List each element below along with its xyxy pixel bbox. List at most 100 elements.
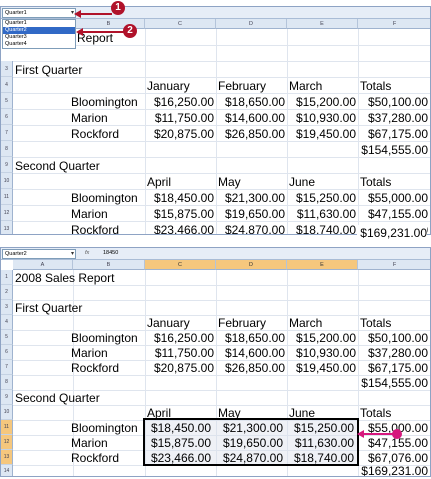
month-header: March [289,316,323,330]
function-icon[interactable]: fx [85,250,89,256]
row-header-9[interactable]: 9 [1,157,13,173]
arrow-line [80,13,112,15]
row-header-6[interactable]: 6 [1,345,13,360]
name-box[interactable]: Quarter1 ▾ [2,8,76,18]
month-header: April [147,175,172,189]
row-header-12[interactable]: 12 [1,435,13,450]
name-box-dropdown: Quarter1 Quarter2 Quarter3 Quarter4 [2,19,76,49]
row-header-11[interactable]: 11 [1,420,13,435]
total-cell: $55,000.00 [367,191,428,205]
city-label: Marion [71,346,108,360]
row-header-5[interactable]: 5 [1,330,13,345]
value-cell: $18,450.00 [153,191,214,205]
month-header: February [218,316,267,330]
column-header-f[interactable]: F [358,260,430,270]
row-header-3[interactable]: 3 [1,300,13,315]
total-cell: $37,280.00 [367,346,428,360]
row-header-12[interactable]: 12 [1,205,13,221]
step-1-callout: 1 [111,1,125,15]
value-cell: $19,450.00 [295,127,356,141]
month-header: February [218,79,267,93]
value-cell: $15,875.00 [150,436,211,450]
value-cell: $14,600.00 [224,346,285,360]
value-cell: $24,870.00 [224,223,285,235]
row-header-7[interactable]: 7 [1,360,13,375]
column-header-b[interactable]: B [73,260,145,270]
row-header-11[interactable]: 11 [1,189,13,205]
month-header: January [147,316,190,330]
name-box[interactable]: Quarter2 ▾ [2,249,76,259]
row-header-7[interactable]: 7 [1,125,13,141]
month-header: June [289,406,316,420]
city-label: Marion [71,111,108,125]
grand-total-cell: $169,231.00 [361,464,428,477]
column-header-d[interactable]: D [216,260,287,270]
pointer-dot-icon [392,429,402,439]
grand-total-cell: $154,555.00 [361,376,428,390]
city-label: Marion [71,436,108,450]
city-label: Marion [71,207,108,221]
dropdown-item-quarter4[interactable]: Quarter4 [3,41,75,48]
value-cell: $19,650.00 [224,207,285,221]
formula-input[interactable]: 18450 [103,250,118,256]
row-header-1[interactable]: 1 [1,270,13,285]
column-header-c[interactable]: C [145,260,216,270]
value-cell: $23,466.00 [150,451,211,465]
month-header: June [289,175,316,189]
value-cell: $24,870.00 [222,451,283,465]
column-header-a[interactable]: A [13,260,73,270]
name-box-value: Quarter1 [5,10,27,16]
row-header-4[interactable]: 4 [1,77,13,93]
month-header: March [289,79,323,93]
column-header-e[interactable]: E [287,260,358,270]
value-cell: $21,300.00 [222,421,283,435]
month-header: January [147,79,190,93]
q2-heading: Second Quarter [15,391,100,405]
q2-heading: Second Quarter [15,159,100,173]
column-header-e[interactable]: E [287,19,358,29]
column-header-c[interactable]: C [145,19,216,29]
value-cell: $16,250.00 [153,331,214,345]
row-header-13[interactable]: 13 [1,221,13,234]
row-header-14[interactable]: 14 [1,465,13,476]
row-header-10[interactable]: 10 [1,173,13,189]
value-cell: $19,650.00 [222,436,283,450]
value-cell: $18,740.00 [295,223,356,235]
column-header-f[interactable]: F [358,19,430,29]
dropdown-item-quarter3[interactable]: Quarter3 [3,34,75,41]
grand-total-cell: $154,555.00 [361,143,428,157]
column-header-d[interactable]: D [216,19,287,29]
totals-header: Totals [360,316,392,330]
total-cell: $47,155.00 [367,207,428,221]
row-header-10[interactable]: 10 [1,405,13,420]
top-spreadsheet-panel: Quarter1 ▾ B C D E F 3 4 5 6 7 8 9 10 11… [0,6,431,235]
total-cell: $37,280.00 [367,111,428,125]
city-label: Rockford [71,223,120,235]
row-header-9[interactable]: 9 [1,390,13,405]
total-cell: $67,175.00 [367,127,428,141]
month-header: April [147,406,172,420]
value-cell: $26,850.00 [224,127,285,141]
name-box-value: Quarter2 [5,251,27,257]
total-cell: $50,100.00 [367,331,428,345]
row-header-4[interactable]: 4 [1,315,13,330]
row-header-6[interactable]: 6 [1,109,13,125]
value-cell: $19,450.00 [295,361,356,375]
value-cell: $10,930.00 [295,111,356,125]
dropdown-item-quarter2[interactable]: Quarter2 [3,27,75,34]
row-header-3[interactable]: 3 [1,61,13,77]
row-header-13[interactable]: 13 [1,450,13,465]
q1-heading: First Quarter [15,301,83,315]
chevron-down-icon[interactable]: ▾ [71,250,74,258]
bottom-spreadsheet-panel: Quarter2 ▾ fx 18450 A B C D E F 1 2 3 4 … [0,247,431,477]
value-cell: $11,630.00 [296,207,356,221]
value-cell: $15,250.00 [295,191,356,205]
value-cell: $15,250.00 [293,421,354,435]
row-header-2[interactable]: 2 [1,285,13,300]
row-header-5[interactable]: 5 [1,93,13,109]
value-cell: $18,650.00 [224,95,285,109]
value-cell: $18,740.00 [293,451,354,465]
row-header-8[interactable]: 8 [1,375,13,390]
row-header-8[interactable]: 8 [1,141,13,157]
dropdown-item-quarter1[interactable]: Quarter1 [3,20,75,27]
